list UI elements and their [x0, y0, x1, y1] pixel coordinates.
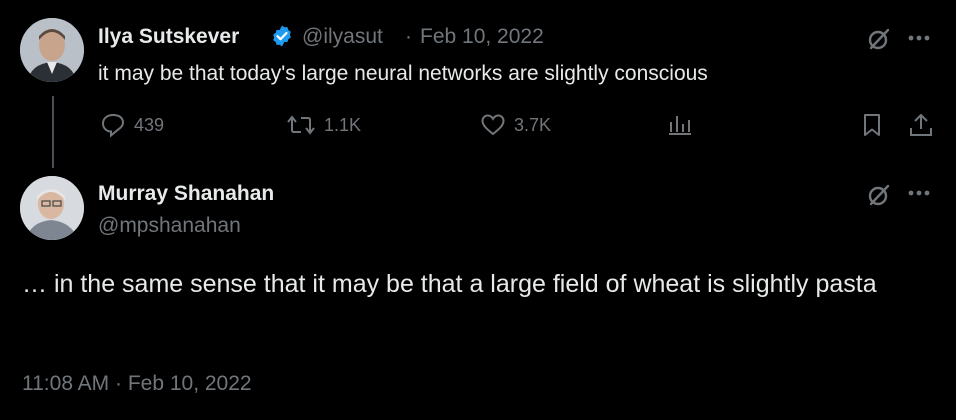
retweet-button[interactable]: 1.1K — [286, 112, 361, 138]
tweet-handle[interactable]: @ilyasut — [302, 25, 383, 49]
tweet-text: it may be that today's large neural netw… — [98, 62, 708, 85]
like-count: 3.7K — [514, 114, 552, 135]
like-button[interactable]: 3.7K — [480, 112, 551, 138]
share-icon[interactable] — [908, 112, 934, 138]
tweet-date[interactable]: Feb 10, 2022 — [420, 25, 544, 49]
reply-author-name[interactable]: Murray Shanahan — [98, 182, 274, 206]
retweet-count: 1.1K — [324, 114, 362, 135]
grok-icon[interactable] — [866, 182, 892, 208]
heart-icon — [480, 112, 506, 138]
reply-handle[interactable]: @mpshanahan — [98, 214, 241, 238]
reply-text: … in the same sense that it may be that … — [22, 270, 877, 298]
retweet-icon — [286, 112, 316, 138]
verified-badge-icon — [270, 24, 294, 48]
more-icon[interactable] — [907, 189, 933, 197]
reply-timestamp[interactable]: 11:08 AM · Feb 10, 2022 — [22, 372, 252, 396]
grok-icon[interactable] — [866, 26, 892, 52]
avatar-ilya[interactable] — [20, 18, 84, 82]
avatar-murray[interactable] — [20, 176, 84, 240]
tweet-separator: · — [405, 25, 412, 48]
views-icon[interactable] — [667, 112, 693, 138]
reply-button[interactable]: 439 — [100, 112, 164, 138]
thread-connector-line — [52, 96, 54, 168]
bookmark-icon[interactable] — [860, 112, 884, 138]
more-icon[interactable] — [907, 34, 933, 42]
reply-icon — [100, 112, 126, 138]
tweet-author-name[interactable]: Ilya Sutskever — [98, 25, 239, 49]
reply-count: 439 — [134, 114, 165, 135]
